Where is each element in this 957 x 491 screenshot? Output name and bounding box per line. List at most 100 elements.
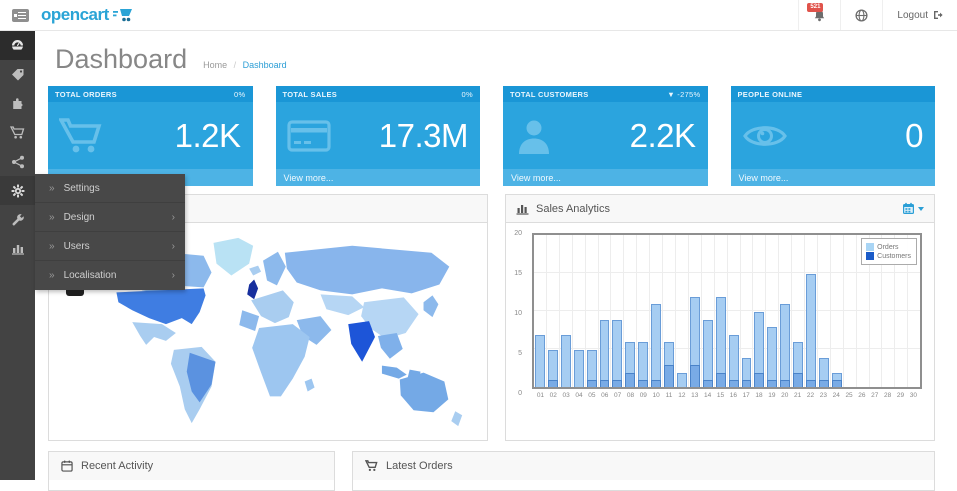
view-more-link[interactable]: View more...: [276, 169, 481, 186]
share-icon: [11, 155, 25, 169]
recent-activity-panel: Recent Activity: [48, 451, 335, 491]
tile-people-online: PEOPLE ONLINE 0 View more...: [731, 86, 936, 186]
sidebar-item-catalog[interactable]: [0, 60, 35, 89]
breadcrumb-home[interactable]: Home: [203, 60, 227, 70]
orders-bar: [651, 304, 661, 387]
tile-label: TOTAL CUSTOMERS: [510, 90, 589, 99]
breadcrumb-separator: /: [234, 60, 237, 70]
submenu-arrow-icon: ›: [172, 212, 175, 223]
customers-bar: [703, 380, 713, 387]
tile-label: TOTAL ORDERS: [55, 90, 117, 99]
flyout-item-settings[interactable]: » Settings: [35, 174, 185, 203]
orders-bar: [535, 335, 545, 387]
tile-value: 1.2K: [175, 117, 241, 155]
flyout-item-label: Users: [64, 241, 90, 252]
chart-slot: [534, 235, 547, 387]
flyout-notch: [66, 290, 84, 296]
top-bar: opencart 521: [0, 0, 957, 31]
chart-slot: [650, 235, 663, 387]
chart-slot: [663, 235, 676, 387]
chart-slot: [844, 235, 857, 387]
view-more-link[interactable]: View more...: [731, 169, 936, 186]
cart-icon: [365, 460, 378, 472]
tile-value: 2.2K: [630, 117, 696, 155]
store-front-button[interactable]: [840, 0, 882, 30]
tile-total-customers: TOTAL CUSTOMERS ▼ -275% 2.2K View more..…: [503, 86, 708, 186]
tile-value: 0: [905, 117, 923, 155]
logout-button[interactable]: Logout: [882, 0, 957, 30]
customers-bar: [612, 380, 622, 387]
chart-yaxis: 05101520: [506, 233, 528, 393]
sidebar-item-marketing[interactable]: [0, 147, 35, 176]
orders-bar: [780, 304, 790, 387]
tile-delta: 0%: [234, 90, 245, 99]
calendar-icon: [61, 460, 73, 472]
chart-slot: [753, 235, 766, 387]
sidebar-item-extensions[interactable]: [0, 89, 35, 118]
x-tick-label: 16: [727, 392, 740, 399]
bar-chart-icon: [11, 242, 25, 255]
legend-label: Orders: [877, 244, 898, 251]
sidebar-item-reports[interactable]: [0, 234, 35, 263]
customers-bar: [690, 365, 700, 387]
system-flyout-menu: » Settings » Design › » Users › » Locali…: [35, 174, 185, 290]
chart-slot: [805, 235, 818, 387]
globe-icon: [855, 9, 868, 22]
topbar-controls: 521 Logout: [798, 0, 957, 30]
x-tick-label: 26: [855, 392, 868, 399]
tile-total-sales: TOTAL SALES 0% 17.3M View more...: [276, 86, 481, 186]
sales-analytics-panel: Sales Analytics: [505, 194, 935, 441]
tile-label: PEOPLE ONLINE: [738, 90, 803, 99]
x-tick-label: 22: [804, 392, 817, 399]
tag-icon: [11, 68, 25, 82]
wrench-icon: [11, 213, 25, 227]
chart-slot: [624, 235, 637, 387]
tile-delta: 0%: [462, 90, 473, 99]
sidebar: [0, 31, 35, 480]
chart-slot: [547, 235, 560, 387]
submenu-arrow-icon: ›: [172, 241, 175, 252]
x-tick-label: 13: [688, 392, 701, 399]
double-chevron-icon: »: [49, 183, 55, 194]
orders-bar: [767, 327, 777, 387]
x-tick-label: 02: [547, 392, 560, 399]
menu-toggle-icon[interactable]: [12, 9, 29, 22]
extensions-icon: [11, 97, 25, 111]
y-tick-label: 0: [518, 390, 522, 397]
flyout-item-design[interactable]: » Design ›: [35, 203, 185, 232]
dashboard-icon: [10, 38, 25, 53]
orders-bar: [600, 320, 610, 387]
opencart-logo: opencart: [41, 5, 133, 25]
customers-bar: [664, 365, 674, 387]
stat-tiles-row: TOTAL ORDERS 0% 1.2K View more... TOTAL …: [48, 86, 935, 186]
sidebar-item-tools[interactable]: [0, 205, 35, 234]
chart-slot: [637, 235, 650, 387]
bar-chart-icon: [516, 203, 529, 215]
flyout-item-localisation[interactable]: » Localisation ›: [35, 261, 185, 290]
notifications-button[interactable]: 521: [798, 0, 840, 30]
x-tick-label: 15: [714, 392, 727, 399]
y-tick-label: 10: [514, 310, 522, 317]
double-chevron-icon: »: [49, 270, 55, 281]
x-tick-label: 29: [894, 392, 907, 399]
flyout-item-label: Localisation: [64, 270, 117, 281]
chart-slot: [586, 235, 599, 387]
orders-bar: [677, 373, 687, 387]
date-range-button[interactable]: [902, 202, 924, 215]
sidebar-item-sales[interactable]: [0, 118, 35, 147]
customers-bar: [754, 373, 764, 387]
breadcrumb-current[interactable]: Dashboard: [243, 60, 287, 70]
logout-label: Logout: [897, 10, 928, 21]
sidebar-item-dashboard[interactable]: [0, 31, 35, 60]
sidebar-item-system[interactable]: [0, 176, 35, 205]
x-tick-label: 10: [650, 392, 663, 399]
customers-bar: [651, 380, 661, 387]
flyout-item-label: Settings: [64, 183, 100, 194]
x-tick-label: 11: [663, 392, 676, 399]
x-tick-label: 05: [585, 392, 598, 399]
breadcrumb: Home / Dashboard: [203, 60, 287, 70]
customers-bar: [548, 380, 558, 387]
view-more-link[interactable]: View more...: [503, 169, 708, 186]
chart-slot: [702, 235, 715, 387]
flyout-item-users[interactable]: » Users ›: [35, 232, 185, 261]
